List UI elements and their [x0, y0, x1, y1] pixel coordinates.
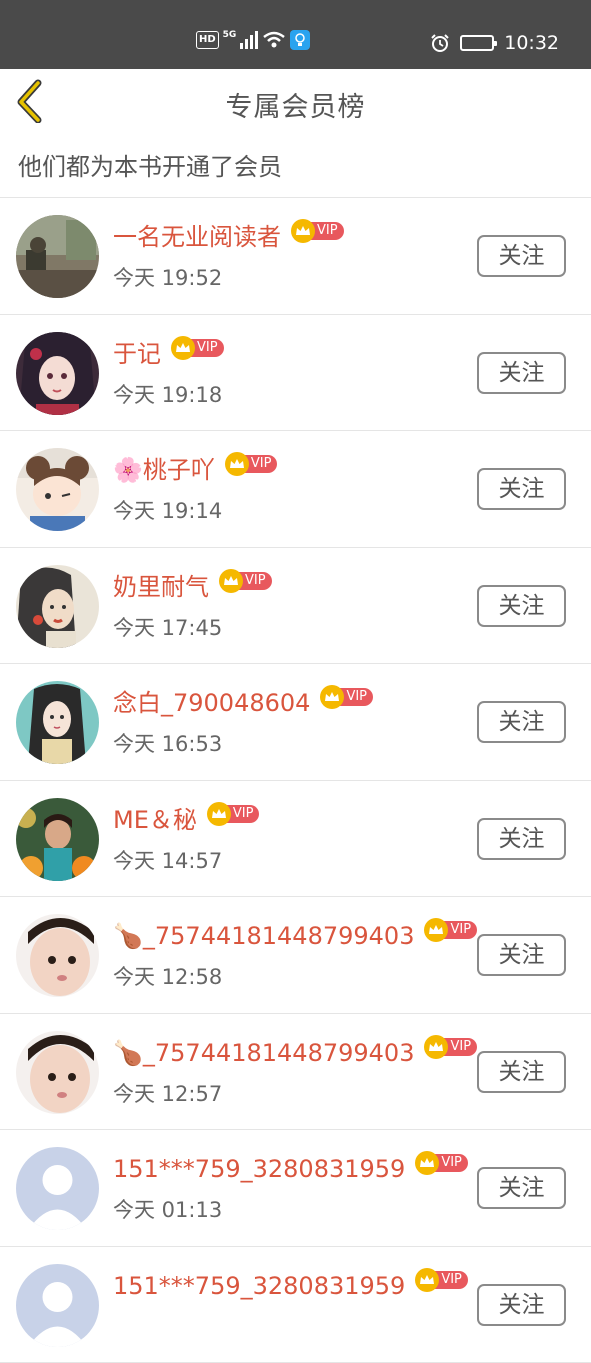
- avatar[interactable]: [16, 914, 99, 997]
- name-line: ME＆秘 VIP: [113, 803, 259, 837]
- follow-button[interactable]: 关注: [477, 468, 566, 510]
- follow-button[interactable]: 关注: [477, 1284, 566, 1326]
- member-row[interactable]: 🌸桃子吖 VIP今天 19:14 关注: [0, 431, 591, 548]
- member-row[interactable]: 奶里耐气 VIP 今天 17:45 关注: [0, 548, 591, 665]
- status-time: 10:32: [504, 32, 559, 54]
- member-name[interactable]: 151***759_3280831959: [113, 1152, 405, 1186]
- name-line: 🌸桃子吖 VIP: [113, 453, 277, 487]
- member-time: 今天 12:58: [113, 963, 222, 991]
- member-time: 今天 16:53: [113, 730, 222, 758]
- member-row[interactable]: 151***759_3280831959VIP 关注: [0, 1247, 591, 1363]
- signal-icon: [240, 31, 258, 49]
- member-time: 今天 12:57: [113, 1080, 222, 1108]
- crown-icon: [219, 569, 243, 593]
- name-line: 念白_790048604 VIP: [113, 686, 373, 720]
- member-time: 今天 19:52: [113, 264, 222, 292]
- crown-icon: [207, 802, 231, 826]
- member-row[interactable]: 念白_790048604 VIP 今天 16:53 关注: [0, 664, 591, 781]
- member-list: 一名无业阅读者VIP今天 19:52关注于记VIP今天 19:18关注🌸桃子吖V…: [0, 198, 591, 1363]
- follow-button[interactable]: 关注: [477, 352, 566, 394]
- member-name[interactable]: 于记: [113, 337, 161, 371]
- status-icons-right: 10:32: [430, 32, 559, 54]
- follow-button[interactable]: 关注: [477, 1051, 566, 1093]
- avatar[interactable]: [16, 565, 99, 648]
- member-name[interactable]: 151***759_3280831959: [113, 1269, 405, 1303]
- name-line: 于记 VIP: [113, 337, 224, 371]
- avatar[interactable]: [16, 1031, 99, 1114]
- vip-badge: VIP: [225, 453, 278, 475]
- member-time: 今天 19:18: [113, 381, 222, 409]
- vip-badge: VIP: [424, 1036, 477, 1058]
- crown-icon: [171, 336, 195, 360]
- name-line: 151***759_3280831959VIP: [113, 1269, 468, 1303]
- member-row[interactable]: ME＆秘 VIP 今天 14:57 关注: [0, 781, 591, 898]
- member-name[interactable]: 一名无业阅读者: [113, 220, 281, 254]
- subtitle-bar: 他们都为本书开通了会员: [0, 135, 591, 198]
- avatar[interactable]: [16, 798, 99, 881]
- crown-icon: [424, 1035, 448, 1059]
- avatar[interactable]: [16, 1147, 99, 1230]
- wifi-icon: [262, 30, 286, 50]
- vip-badge: VIP: [207, 803, 260, 825]
- member-time: 今天 17:45: [113, 614, 222, 642]
- member-time: 今天 01:13: [113, 1196, 222, 1224]
- avatar[interactable]: [16, 332, 99, 415]
- member-name[interactable]: 🍗_75744181448799403: [113, 1036, 414, 1070]
- member-name[interactable]: 🌸桃子吖: [113, 453, 215, 487]
- hd-icon: HD: [196, 31, 219, 49]
- alarm-icon: [430, 33, 450, 53]
- lightbulb-icon: [290, 30, 310, 50]
- member-name[interactable]: 奶里耐气: [113, 570, 209, 604]
- vip-badge: VIP: [320, 686, 373, 708]
- member-name[interactable]: 念白_790048604: [113, 686, 310, 720]
- follow-button[interactable]: 关注: [477, 701, 566, 743]
- avatar[interactable]: [16, 215, 99, 298]
- vip-badge: VIP: [415, 1152, 468, 1174]
- follow-button[interactable]: 关注: [477, 585, 566, 627]
- vip-badge: VIP: [424, 919, 477, 941]
- member-name[interactable]: ME＆秘: [113, 803, 197, 837]
- name-line: 🍗_75744181448799403 VIP: [113, 1036, 477, 1070]
- name-line: 🍗_75744181448799403 VIP: [113, 919, 477, 953]
- name-line: 一名无业阅读者 VIP: [113, 220, 344, 254]
- vip-badge: VIP: [171, 337, 224, 359]
- member-time: 今天 14:57: [113, 847, 222, 875]
- avatar[interactable]: [16, 448, 99, 531]
- vip-badge: VIP: [291, 220, 344, 242]
- follow-button[interactable]: 关注: [477, 934, 566, 976]
- crown-icon: [225, 452, 249, 476]
- follow-button[interactable]: 关注: [477, 235, 566, 277]
- avatar[interactable]: [16, 1264, 99, 1347]
- crown-icon: [291, 219, 315, 243]
- follow-button[interactable]: 关注: [477, 818, 566, 860]
- name-line: 151***759_3280831959 VIP: [113, 1152, 468, 1186]
- member-row[interactable]: 🍗_75744181448799403 VIP 今天 12:57 关注: [0, 1014, 591, 1131]
- list-subtitle: 他们都为本书开通了会员: [18, 147, 282, 182]
- member-row[interactable]: 151***759_3280831959 VIP 今天 01:13 关注: [0, 1130, 591, 1247]
- status-icons-center: HD 5G: [196, 30, 310, 50]
- member-time: 今天 19:14: [113, 497, 222, 525]
- member-row[interactable]: 一名无业阅读者 VIP 今天 19:52 关注: [0, 198, 591, 315]
- member-name[interactable]: 🍗_75744181448799403: [113, 919, 414, 953]
- member-row[interactable]: 于记 VIP 今天 19:18 关注: [0, 315, 591, 432]
- header: 专属会员榜: [0, 69, 591, 135]
- follow-button[interactable]: 关注: [477, 1167, 566, 1209]
- member-row[interactable]: 🍗_75744181448799403 VIP 今天 12:58 关注: [0, 897, 591, 1014]
- status-bar: HD 5G 10:32: [0, 0, 591, 69]
- page-title: 专属会员榜: [0, 85, 591, 124]
- battery-icon: [460, 35, 494, 51]
- vip-badge: VIP: [219, 570, 272, 592]
- network-type-label: 5G: [223, 31, 237, 40]
- avatar[interactable]: [16, 681, 99, 764]
- name-line: 奶里耐气 VIP: [113, 570, 272, 604]
